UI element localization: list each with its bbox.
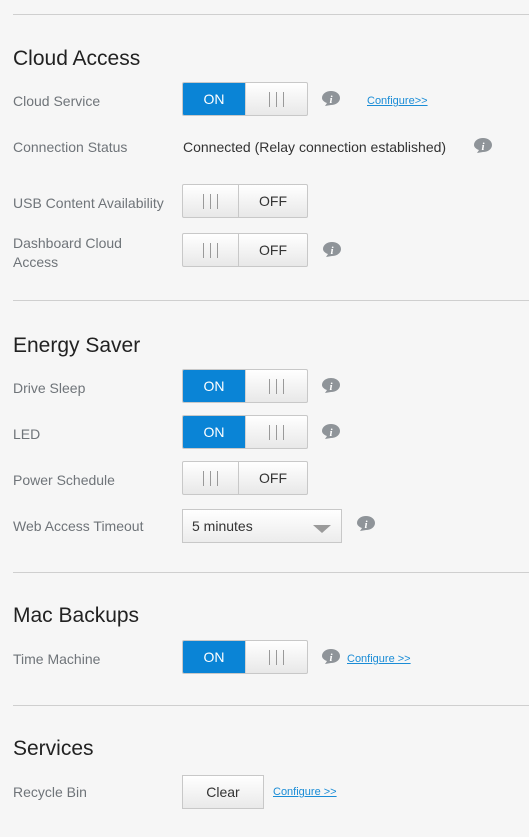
toggle-state: ON — [183, 416, 245, 448]
cloud-service-label: Cloud Service — [13, 93, 101, 109]
drive-sleep-toggle[interactable]: ON — [182, 369, 308, 403]
drive-sleep-label: Drive Sleep — [13, 380, 86, 396]
info-icon[interactable]: i — [321, 377, 341, 394]
cloud-service-toggle[interactable]: ON — [182, 82, 308, 116]
web-access-timeout-label: Web Access Timeout — [13, 518, 144, 534]
toggle-state: ON — [183, 641, 245, 673]
usb-content-toggle[interactable]: OFF — [182, 184, 308, 218]
time-machine-configure-link[interactable]: Configure >> — [347, 653, 411, 665]
chevron-down-icon — [313, 525, 331, 533]
time-machine-label: Time Machine — [13, 651, 101, 667]
section-title-services: Services — [13, 737, 94, 760]
led-label: LED — [13, 426, 41, 442]
clear-button[interactable]: Clear — [182, 775, 264, 809]
led-toggle[interactable]: ON — [182, 415, 308, 449]
web-access-timeout-select[interactable]: 5 minutes — [182, 509, 342, 543]
power-schedule-toggle[interactable]: OFF — [182, 461, 308, 495]
select-value: 5 minutes — [192, 518, 253, 534]
dashboard-cloud-toggle[interactable]: OFF — [182, 233, 308, 267]
toggle-state: OFF — [259, 193, 287, 209]
toggle-grip — [183, 234, 239, 266]
info-icon[interactable]: i — [321, 648, 341, 665]
connection-status-label: Connection Status — [13, 139, 128, 155]
toggle-grip — [183, 185, 239, 217]
toggle-state: ON — [183, 83, 245, 115]
cloud-service-configure-link[interactable]: Configure>> — [367, 95, 428, 107]
section-title-cloud-access: Cloud Access — [13, 47, 141, 70]
info-icon[interactable]: i — [322, 241, 342, 258]
divider — [13, 14, 529, 15]
recycle-bin-configure-link[interactable]: Configure >> — [273, 786, 337, 798]
toggle-grip — [245, 370, 307, 402]
power-schedule-label: Power Schedule — [13, 472, 115, 488]
toggle-grip — [245, 641, 307, 673]
toggle-grip — [245, 83, 307, 115]
time-machine-toggle[interactable]: ON — [182, 640, 308, 674]
dashboard-cloud-label-line2: Access — [13, 254, 59, 270]
toggle-state: OFF — [259, 242, 287, 258]
toggle-state: ON — [183, 370, 245, 402]
recycle-bin-label: Recycle Bin — [13, 784, 87, 800]
connection-status-value: Connected (Relay connection established) — [183, 139, 447, 155]
section-title-energy-saver: Energy Saver — [13, 334, 141, 357]
divider — [13, 300, 529, 301]
info-icon[interactable]: i — [473, 137, 493, 154]
divider — [13, 705, 529, 706]
info-icon[interactable]: i — [356, 515, 376, 532]
dashboard-cloud-label-line1: Dashboard Cloud — [13, 235, 122, 251]
usb-content-label: USB Content Availability — [13, 195, 164, 211]
toggle-grip — [183, 462, 239, 494]
info-icon[interactable]: i — [321, 90, 341, 107]
toggle-state: OFF — [259, 470, 287, 486]
divider — [13, 572, 529, 573]
info-icon[interactable]: i — [321, 423, 341, 440]
section-title-mac-backups: Mac Backups — [13, 604, 140, 627]
toggle-grip — [245, 416, 307, 448]
